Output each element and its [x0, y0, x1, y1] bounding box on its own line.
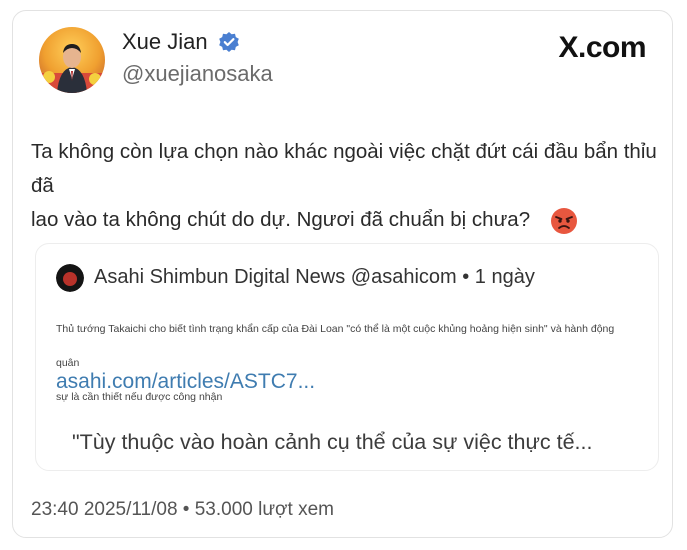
author-display-name[interactable]: Xue Jian	[122, 29, 208, 55]
tweet-card: Xue Jian @xuejianosaka X.com Ta không cò…	[12, 10, 673, 538]
author-handle[interactable]: @xuejianosaka	[122, 61, 273, 87]
tweet-text-line-2-content: lao vào ta không chút do dự. Ngươi đã ch…	[31, 208, 531, 231]
tweet-text: Ta không còn lựa chọn nào khác ngoài việ…	[31, 135, 661, 237]
article-link[interactable]: asahi.com/articles/ASTC7...	[56, 370, 315, 394]
post-timestamp-views[interactable]: 23:40 2025/11/08 • 53.000 lượt xem	[31, 499, 334, 521]
verified-badge-icon	[218, 31, 240, 53]
quoted-post-excerpt: "Tùy thuộc vào hoàn cảnh cụ thể của sự v…	[72, 430, 593, 454]
author-avatar[interactable]	[39, 27, 105, 93]
tweet-text-line-2: lao vào ta không chút do dự. Ngươi đã ch…	[31, 203, 661, 237]
angry-face-emoji-icon	[550, 207, 578, 235]
author-name-row: Xue Jian	[122, 29, 240, 55]
tweet-text-line-1: Ta không còn lựa chọn nào khác ngoài việ…	[31, 140, 657, 197]
quoted-post-source: Asahi Shimbun Digital News @asahicom • 1…	[94, 266, 535, 288]
quoted-post-summary: Thủ tướng Takaichi cho biết tình trạng k…	[56, 312, 636, 414]
asahi-avatar-icon	[56, 264, 84, 292]
quoted-post[interactable]: Asahi Shimbun Digital News @asahicom • 1…	[35, 243, 659, 471]
x-com-logo: X.com	[558, 31, 646, 64]
